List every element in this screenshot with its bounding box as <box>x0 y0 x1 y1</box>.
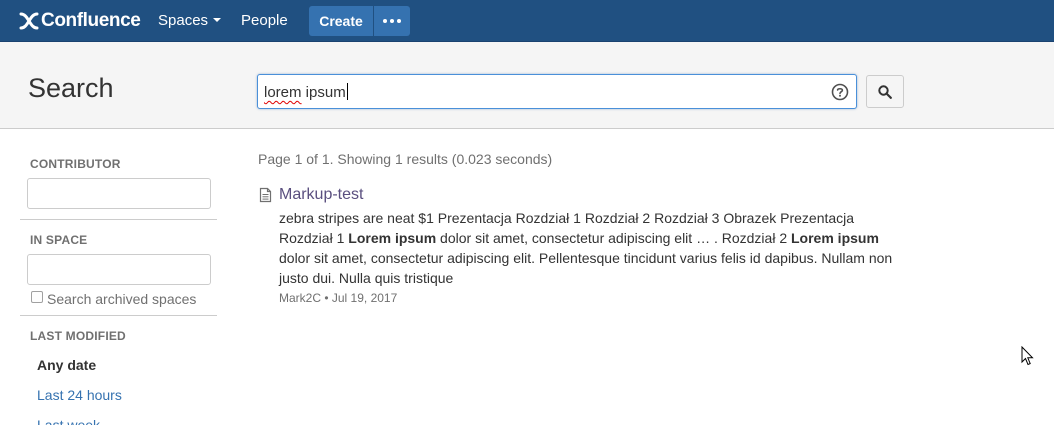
result-meta: Mark2C • Jul 19, 2017 <box>279 291 398 305</box>
result-title-link[interactable]: Markup-test <box>279 186 363 204</box>
contributor-input[interactable] <box>27 178 211 209</box>
search-archived-checkbox[interactable] <box>31 291 43 303</box>
confluence-logo-icon <box>19 12 39 30</box>
chevron-down-icon <box>213 18 222 23</box>
snippet-highlight: Lorem ipsum <box>791 230 879 246</box>
date-filter-last-24-hours[interactable]: Last 24 hours <box>37 387 122 403</box>
nav-people-link[interactable]: People <box>241 12 288 29</box>
contributor-label: CONTRIBUTOR <box>30 157 121 171</box>
result-snippet: zebra stripes are neat $1 Prezentacja Ro… <box>279 208 904 288</box>
nav-spaces-menu[interactable]: Spaces <box>158 12 222 29</box>
top-navigation-bar: Confluence Spaces People Create <box>0 0 1054 42</box>
text-caret <box>346 83 348 100</box>
search-input[interactable]: lorem ipsum <box>257 74 857 109</box>
last-modified-label: LAST MODIFIED <box>30 329 126 343</box>
search-icon <box>878 84 892 99</box>
confluence-logo[interactable]: Confluence <box>19 9 141 33</box>
date-filter-last-week[interactable]: Last week <box>37 417 100 425</box>
mouse-pointer-icon <box>1021 346 1034 366</box>
ellipsis-icon <box>383 19 387 23</box>
nav-spaces-label: Spaces <box>158 12 209 29</box>
snippet-text: dolor sit amet, consectetur adipiscing e… <box>279 250 893 286</box>
help-icon[interactable] <box>831 83 849 101</box>
page-icon <box>259 187 272 203</box>
in-space-input[interactable] <box>27 254 211 285</box>
logo-text: Confluence <box>41 10 141 31</box>
search-input-value: lorem ipsum <box>264 83 348 101</box>
search-header: Search lorem ipsum <box>0 42 1054 129</box>
create-button[interactable]: Create <box>309 6 373 36</box>
search-archived-label: Search archived spaces <box>47 291 197 307</box>
snippet-text: dolor sit amet, consectetur adipiscing e… <box>436 230 791 246</box>
search-word-misspelled: lorem <box>264 84 302 101</box>
more-options-button[interactable] <box>374 6 410 36</box>
snippet-highlight: Lorem ipsum <box>348 230 437 246</box>
results-summary: Page 1 of 1. Showing 1 results (0.023 se… <box>258 151 553 167</box>
divider <box>20 219 217 220</box>
search-word: ipsum <box>301 84 346 101</box>
divider <box>20 315 217 316</box>
in-space-label: IN SPACE <box>30 233 88 247</box>
search-archived-spaces-option[interactable]: Search archived spaces <box>31 291 196 307</box>
search-submit-button[interactable] <box>866 75 904 108</box>
page-title: Search <box>28 73 114 103</box>
date-filter-any-date[interactable]: Any date <box>37 357 96 373</box>
